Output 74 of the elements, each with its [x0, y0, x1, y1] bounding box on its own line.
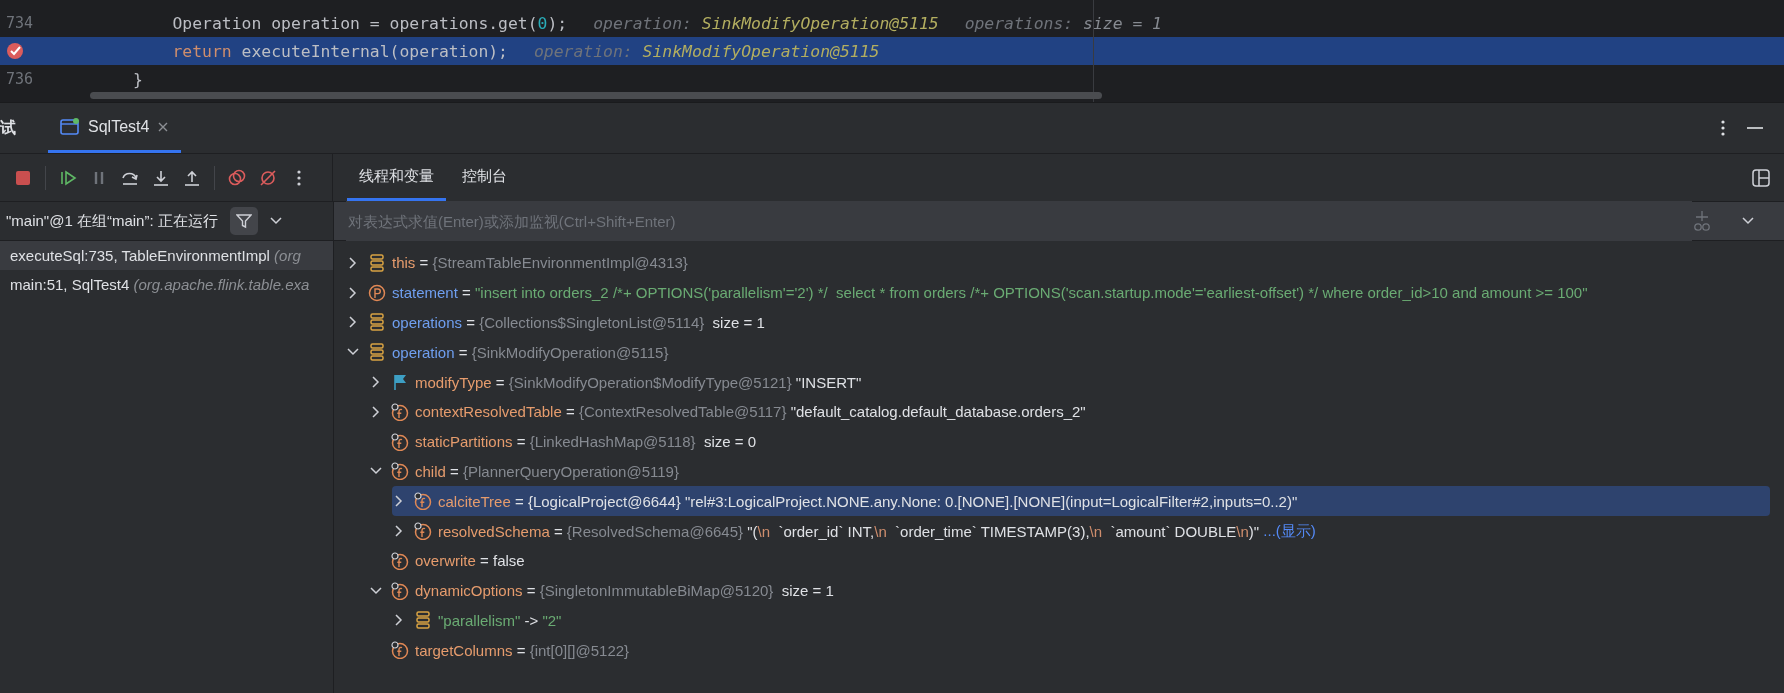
field-icon: [391, 402, 409, 421]
filter-button[interactable]: [229, 207, 258, 235]
tool-window-title: 试: [0, 117, 17, 138]
stack-icon: [414, 611, 432, 630]
stack-frame[interactable]: main:51, SqlTest4 (org.apache.flink.table.exa: [0, 270, 333, 299]
more-icon[interactable]: [1720, 119, 1726, 137]
variable-row[interactable]: operations = {Collections$SingletonList@5114} size = 1: [346, 307, 1770, 338]
field-icon: [414, 492, 432, 511]
variable-row[interactable]: this = {StreamTableEnvironmentImpl@4313}: [346, 248, 1770, 278]
variable-row[interactable]: operation = {SinkModifyOperation@5115}: [346, 337, 1770, 368]
variable-text: staticPartitions = {LinkedHashMap@5118} size = 0: [415, 433, 756, 451]
code-line: }: [133, 69, 143, 89]
filter-icon: [235, 213, 252, 229]
field-icon: [391, 462, 409, 481]
step-out-icon[interactable]: [183, 168, 201, 187]
stack-frame[interactable]: executeSql:735, TableEnvironmentImpl (org: [0, 241, 333, 270]
inline-hint: operation: SinkModifyOperation@5115: [593, 13, 939, 33]
code-line: Operation operation = operations.get(0);: [171, 13, 568, 33]
layout-icon[interactable]: [1752, 168, 1770, 187]
variable-row[interactable]: overwrite = false: [369, 545, 1770, 576]
variable-row[interactable]: staticPartitions = {LinkedHashMap@5118} size = 0: [369, 426, 1770, 457]
variable-row[interactable]: dynamicOptions = {SingletonImmutableBiMap@5120} size = 1: [369, 575, 1770, 606]
field-icon: [414, 522, 432, 541]
line-number: 736: [6, 70, 34, 88]
variable-text: overwrite = false: [415, 552, 525, 570]
variable-text: resolvedSchema = {ResolvedSchema@6645} "(\n `order_id` INT,\n `order_time` TIMESTAMP(3),\n `amount` DOUBLE\n)": [438, 522, 1261, 540]
variable-row[interactable]: child = {PlannerQueryOperation@5119}: [369, 456, 1770, 487]
variable-row[interactable]: targetColumns = {int[0][]@5122}: [369, 635, 1770, 666]
field-icon: [391, 641, 409, 660]
variable-row[interactable]: statement = "insert into orders_2 /*+ OPTIONS('parallelism'='2') */ select * from orders /*+ OPTIONS('scan.startup.mode'='earliest-offset') */ where order_id>10 and amount >= 100": [346, 277, 1770, 308]
chevron-down-icon[interactable]: [269, 217, 282, 225]
chevron-down-icon[interactable]: [1742, 217, 1754, 225]
panel-tab[interactable]: 控制台: [450, 154, 519, 201]
variable-row[interactable]: contextResolvedTable = {ContextResolvedTable@5117} "default_catalog.default_database.orders_2": [369, 397, 1770, 427]
run-tab[interactable]: SqlTest4: [48, 103, 182, 153]
field-icon: [391, 432, 409, 451]
variable-text: this = {StreamTableEnvironmentImpl@4313}: [392, 254, 688, 272]
flag-icon: [391, 373, 409, 392]
step-into-icon[interactable]: [152, 168, 170, 187]
code-line: return executeInternal(operation);: [171, 41, 508, 61]
stack-icon: [368, 253, 386, 272]
horizontal-scrollbar[interactable]: [90, 92, 1102, 99]
variable-text: statement = "insert into orders_2 /*+ OPTIONS('parallelism'='2') */ select * from orders /*+ OPTIONS('scan.startup.mode'='earliest-offset') */ where order_id>10 and amount >= 100": [392, 284, 1588, 302]
line-number: 734: [6, 14, 34, 32]
variable-text: dynamicOptions = {SingletonImmutableBiMap@5120} size = 1: [415, 582, 834, 600]
variable-text: "parallelism" -> "2": [438, 611, 562, 629]
stop-icon[interactable]: [14, 168, 32, 187]
stack-icon: [368, 313, 386, 332]
inline-hint: operations: size = 1: [964, 13, 1162, 33]
mute-breakpoints-icon[interactable]: [259, 168, 277, 187]
stack-icon: [368, 343, 386, 362]
thread-selector[interactable]: "main"@1 在组“main”: 正在运行: [6, 211, 218, 231]
variable-text: operation = {SinkModifyOperation@5115}: [392, 343, 669, 361]
field-icon: [391, 581, 409, 600]
close-icon[interactable]: [157, 120, 170, 133]
variable-text: modifyType = {SinkModifyOperation$ModifyType@5121} "INSERT": [415, 373, 862, 391]
variable-row[interactable]: modifyType = {SinkModifyOperation$ModifyType@5121} "INSERT": [369, 367, 1770, 397]
variable-text: targetColumns = {int[0][]@5122}: [415, 641, 630, 659]
show-link[interactable]: ...(显示): [1263, 521, 1316, 541]
breakpoint-icon[interactable]: [6, 42, 24, 60]
resume-icon[interactable]: [59, 168, 77, 187]
variable-text: child = {PlannerQueryOperation@5119}: [415, 462, 679, 480]
variable-row[interactable]: resolvedSchema = {ResolvedSchema@6645} "(\n `order_id` INT,\n `order_time` TIMESTAMP(3),\n `amount` DOUBLE\n)" ...(显示): [392, 516, 1770, 546]
inline-hint: operation: SinkModifyOperation@5115: [534, 41, 880, 61]
variable-text: calciteTree = {LogicalProject@6644} "rel#3:LogicalProject.NONE.any.None: 0.[NONE].[NONE](input=LogicalFilter#2,inputs=0..2)": [438, 492, 1298, 510]
parameter-icon: [368, 283, 386, 302]
variable-row[interactable]: "parallelism" -> "2": [392, 605, 1770, 636]
minimize-icon[interactable]: [1746, 126, 1764, 130]
run-config-icon: [60, 117, 80, 136]
field-icon: [391, 551, 409, 570]
variable-text: contextResolvedTable = {ContextResolvedTable@5117} "default_catalog.default_database.orders_2": [415, 403, 1086, 421]
breakpoints-icon[interactable]: [228, 168, 246, 187]
variable-row[interactable]: calciteTree = {LogicalProject@6644} "rel#3:LogicalProject.NONE.any.None: 0.[NONE].[NONE](input=LogicalFilter#2,inputs=0..2)": [392, 486, 1770, 517]
variable-text: operations = {Collections$SingletonList@5114} size = 1: [392, 314, 765, 331]
